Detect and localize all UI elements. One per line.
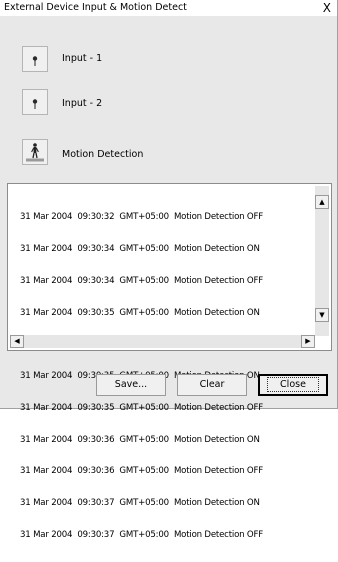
log-entry: 31 Mar 2004 09:30:36 GMT+05:00 Motion De… [20, 434, 260, 445]
close-button-label: Close [267, 377, 319, 392]
clear-button[interactable]: Clear [177, 374, 247, 396]
sensor-icon [32, 56, 38, 66]
sensor-icon [32, 99, 38, 109]
scroll-up-arrow-icon[interactable]: ▲ [315, 195, 329, 209]
log-entry: 31 Mar 2004 09:30:35 GMT+05:00 Motion De… [20, 307, 260, 318]
log-entry: 31 Mar 2004 09:30:36 GMT+05:00 Motion De… [20, 466, 263, 477]
log-entry: 31 Mar 2004 09:30:34 GMT+05:00 Motion De… [20, 243, 260, 254]
person-icon [26, 143, 44, 162]
input-2-label: Input - 2 [62, 98, 103, 109]
log-entry: 31 Mar 2004 09:30:37 GMT+05:00 Motion De… [20, 530, 263, 540]
close-button[interactable]: Close [258, 374, 328, 396]
input-1-button[interactable] [22, 46, 48, 72]
log-entry: 31 Mar 2004 09:30:34 GMT+05:00 Motion De… [20, 275, 263, 286]
scroll-right-arrow-icon[interactable]: ▶ [301, 335, 315, 348]
log-entry: 31 Mar 2004 09:30:32 GMT+05:00 Motion De… [20, 212, 263, 223]
log-entry: 31 Mar 2004 09:30:35 GMT+05:00 Motion De… [20, 402, 263, 413]
horizontal-scrollbar[interactable]: ◀ ▶ [10, 335, 315, 348]
motion-detection-label: Motion Detection [62, 149, 144, 160]
input-1-label: Input - 1 [62, 53, 103, 64]
vertical-scrollbar[interactable]: ▲ ▼ [315, 186, 329, 336]
save-button[interactable]: Save... [96, 374, 166, 396]
scroll-down-arrow-icon[interactable]: ▼ [315, 308, 329, 322]
log-entry: 31 Mar 2004 09:30:37 GMT+05:00 Motion De… [20, 498, 260, 509]
window-title: External Device Input & Motion Detect [4, 2, 187, 13]
scroll-left-arrow-icon[interactable]: ◀ [10, 335, 24, 348]
motion-detection-button[interactable] [22, 139, 48, 165]
close-window-icon[interactable]: X [323, 0, 331, 16]
title-bar: External Device Input & Motion Detect X [0, 0, 337, 16]
event-log-list[interactable]: 31 Mar 2004 09:30:32 GMT+05:00 Motion De… [7, 183, 332, 540]
input-2-button[interactable] [22, 89, 48, 115]
device-input-dialog: External Device Input & Motion Detect X … [0, 0, 338, 540]
